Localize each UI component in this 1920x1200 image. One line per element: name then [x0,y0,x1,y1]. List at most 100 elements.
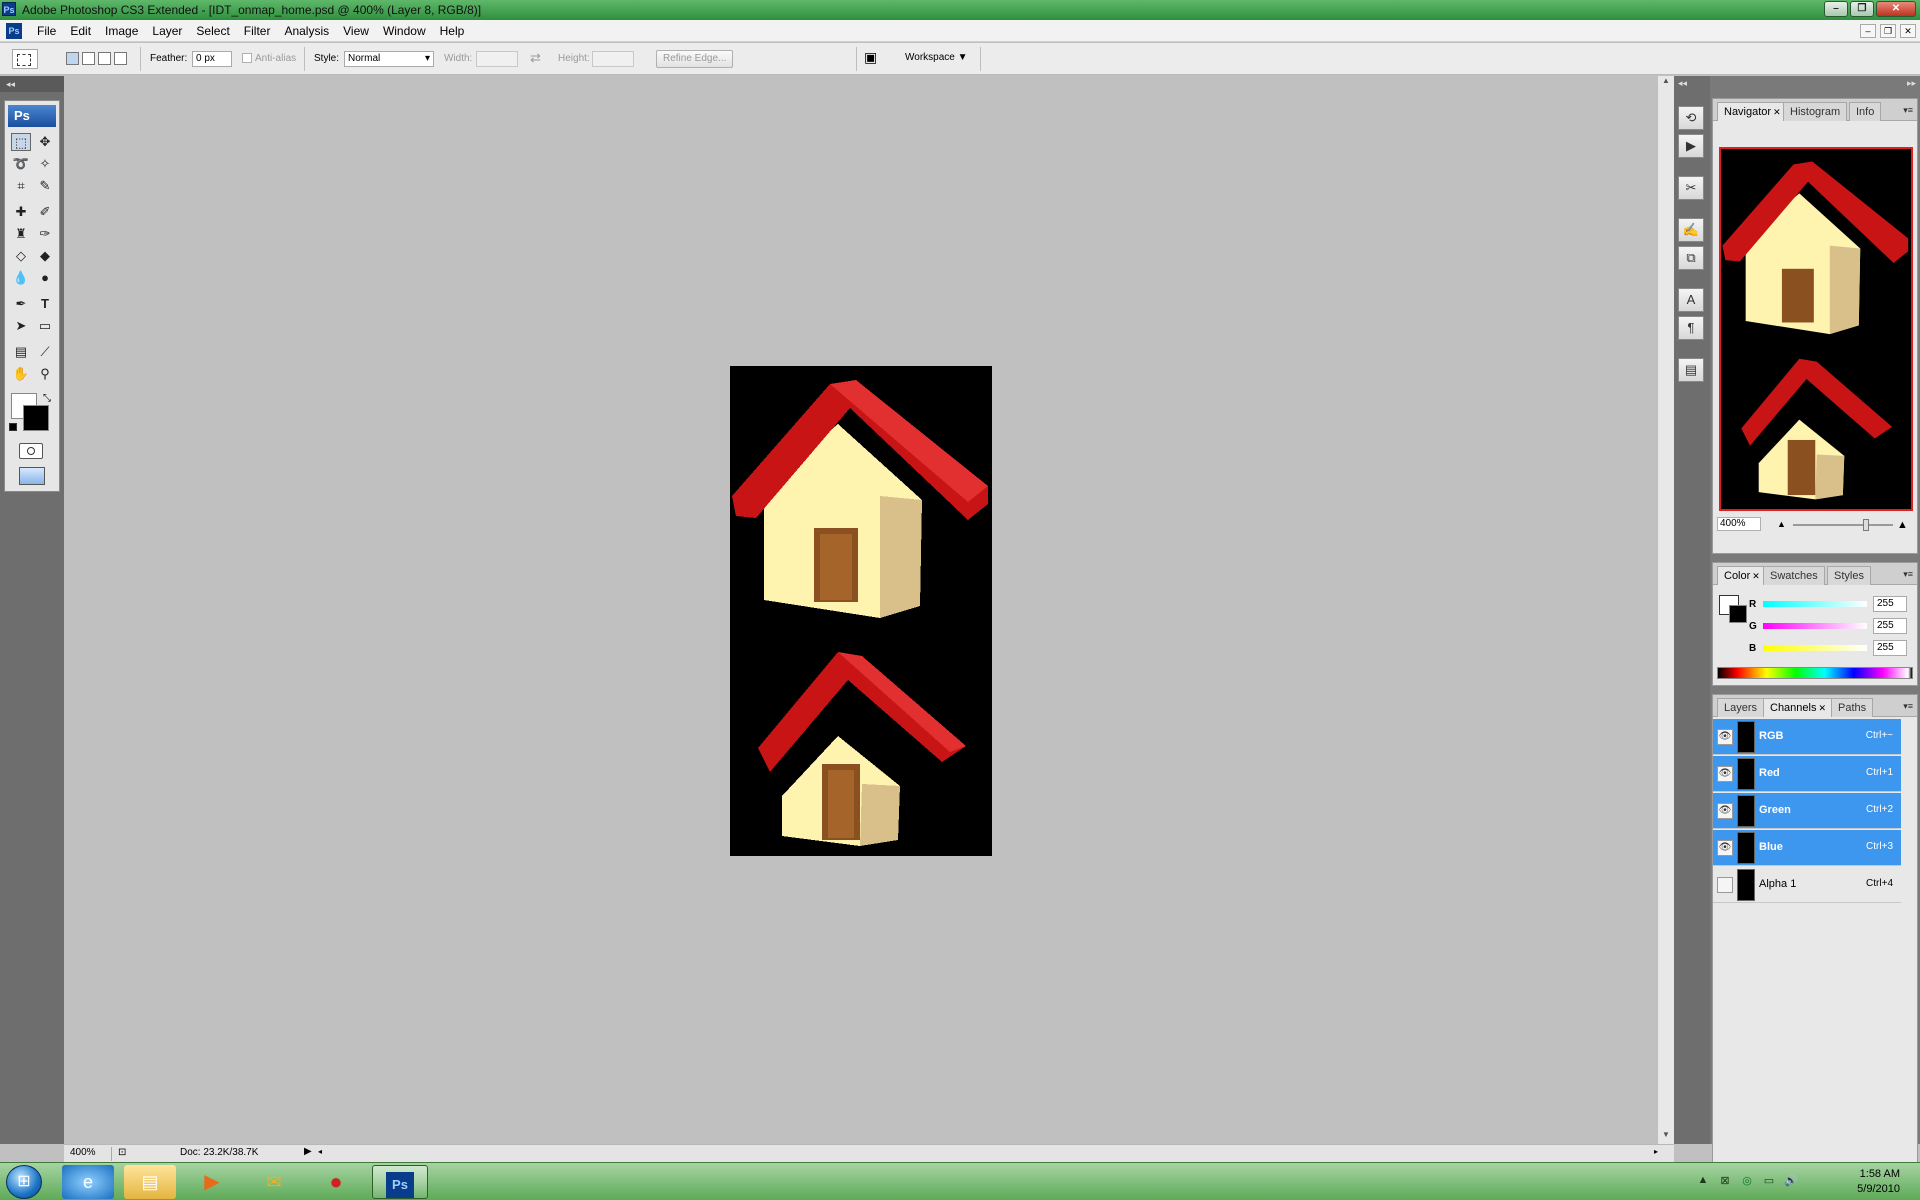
menu-select[interactable]: Select [189,23,236,39]
channel-row[interactable]: 👁 Red Ctrl+1 [1713,756,1901,792]
menu-help[interactable]: Help [433,23,472,39]
healing-brush-icon[interactable]: ✚ [11,203,31,221]
menu-filter[interactable]: Filter [237,23,278,39]
channel-row[interactable]: 👁 Green Ctrl+2 [1713,793,1901,829]
quick-mask-icon[interactable] [19,443,43,459]
visibility-eye-icon[interactable]: 👁 [1717,729,1733,745]
ie-icon[interactable]: e [62,1165,114,1199]
eyedropper-icon[interactable]: ⟋ [35,343,55,361]
channel-row[interactable]: Alpha 1 Ctrl+4 [1713,867,1901,903]
scroll-up-icon[interactable]: ▲ [1658,76,1674,90]
slider-thumb[interactable] [1863,519,1869,531]
panel-menu-icon[interactable]: ▾≡ [1903,701,1913,712]
tab-layers[interactable]: Layers [1717,698,1765,717]
path-selection-icon[interactable]: ➤ [11,317,31,335]
pen-tool-icon[interactable]: ✒ [11,295,31,313]
default-colors-icon[interactable] [9,423,17,431]
bridge-icon[interactable]: ▣ [864,49,877,66]
vertical-scrollbar[interactable]: ▲ ▼ [1657,76,1674,1144]
scroll-down-icon[interactable]: ▼ [1658,1130,1674,1144]
tool-preset-picker[interactable] [12,49,38,69]
crop-tool-icon[interactable]: ⌗ [11,177,31,195]
paint-bucket-icon[interactable]: ◆ [35,247,55,265]
navigator-zoom-slider[interactable] [1793,519,1893,531]
zoom-out-icon[interactable]: ▲ [1777,519,1786,529]
screen-mode-icon[interactable] [19,467,45,485]
channel-row[interactable]: 👁 RGB Ctrl+~ [1713,719,1901,755]
doc-restore-button[interactable]: ❐ [1880,24,1896,38]
horizontal-scrollbar[interactable]: ◂ ▸ [318,1147,1658,1161]
media-app-icon[interactable]: ● [310,1165,362,1199]
antialias-checkbox[interactable] [242,53,252,63]
workspace-menu[interactable]: Workspace ▼ [905,52,968,63]
history-panel-icon[interactable]: ⟲ [1678,106,1704,130]
maximize-button[interactable]: ❐ [1850,1,1874,17]
display-icon[interactable]: ▭ [1762,1174,1776,1188]
panel-menu-icon[interactable]: ▾≡ [1903,569,1913,580]
status-menu-icon[interactable]: ▶ [304,1146,312,1157]
tab-navigator[interactable]: Navigator ✕ [1717,102,1788,121]
menu-window[interactable]: Window [376,23,433,39]
clone-source-icon[interactable]: ⧉ [1678,246,1704,270]
close-icon[interactable]: ✕ [1773,107,1781,117]
color-spectrum-bar[interactable] [1717,667,1913,679]
visibility-eye-icon[interactable]: 👁 [1717,840,1733,856]
history-brush-icon[interactable]: ✑ [35,225,55,243]
tab-info[interactable]: Info [1849,102,1882,121]
hand-tool-icon[interactable]: ✋ [11,365,31,383]
explorer-icon[interactable]: ▤ [124,1165,176,1199]
menu-analysis[interactable]: Analysis [277,23,336,39]
brush-tool-icon[interactable]: ✐ [35,203,55,221]
doc-close-button[interactable]: ✕ [1900,24,1916,38]
visibility-eye-icon[interactable]: 👁 [1717,803,1733,819]
width-input[interactable] [476,51,518,67]
character-panel-icon[interactable]: A [1678,288,1704,312]
menu-image[interactable]: Image [98,23,145,39]
refine-edge-button[interactable]: Refine Edge... [656,50,734,68]
menu-file[interactable]: File [30,23,63,39]
network-icon[interactable]: ⊠ [1718,1174,1732,1188]
layer-comps-icon[interactable]: ▤ [1678,358,1704,382]
menu-view[interactable]: View [336,23,376,39]
shape-tool-icon[interactable]: ▭ [35,317,55,335]
collapse-icon[interactable]: ◂◂ [1678,78,1687,89]
visibility-eye-icon[interactable] [1717,877,1733,893]
background-color-swatch[interactable] [23,405,49,431]
minimize-button[interactable]: – [1824,1,1848,17]
brushes-panel-icon[interactable]: ✍ [1678,218,1704,242]
navigator-zoom-field[interactable]: 400% [1717,517,1761,531]
document-icon[interactable]: Ps [6,23,22,39]
intersect-selection-icon[interactable] [114,52,127,65]
media-player-icon[interactable]: ▶ [186,1165,238,1199]
b-value-input[interactable]: 255 [1873,640,1907,656]
zoom-tool-icon[interactable]: ⚲ [35,365,55,383]
eraser-tool-icon[interactable]: ◇ [11,247,31,265]
subtract-selection-icon[interactable] [98,52,111,65]
scroll-right-icon[interactable]: ▸ [1654,1147,1658,1156]
add-selection-icon[interactable] [82,52,95,65]
actions-panel-icon[interactable]: ▶ [1678,134,1704,158]
slice-tool-icon[interactable]: ✎ [35,177,55,195]
collapse-icon[interactable]: ◂◂ [0,76,64,92]
clone-stamp-icon[interactable]: ♜ [11,225,31,243]
start-button[interactable]: ⊞ [6,1165,42,1199]
tab-histogram[interactable]: Histogram [1783,102,1848,121]
tool-presets-icon[interactable]: ✂ [1678,176,1704,200]
zoom-level-field[interactable]: 400% [68,1147,112,1161]
close-icon[interactable]: ✕ [1818,703,1826,713]
show-hidden-icons[interactable]: ▲ [1696,1174,1710,1188]
doc-minimize-button[interactable]: – [1860,24,1876,38]
tab-color[interactable]: Color ✕ [1717,566,1767,585]
feather-input[interactable]: 0 px [192,51,232,67]
r-slider[interactable] [1763,601,1867,607]
g-value-input[interactable]: 255 [1873,618,1907,634]
style-select[interactable]: Normal ▾ [344,51,434,67]
height-input[interactable] [592,51,634,67]
swap-dimensions-icon[interactable]: ⇄ [530,50,541,66]
volume-icon[interactable]: 🔊 [1784,1174,1798,1188]
tab-swatches[interactable]: Swatches [1763,566,1825,585]
tab-paths[interactable]: Paths [1831,698,1874,717]
blur-tool-icon[interactable]: 💧 [11,269,31,287]
panel-menu-icon[interactable]: ▾≡ [1903,105,1913,116]
magic-wand-icon[interactable]: ✧ [35,155,55,173]
